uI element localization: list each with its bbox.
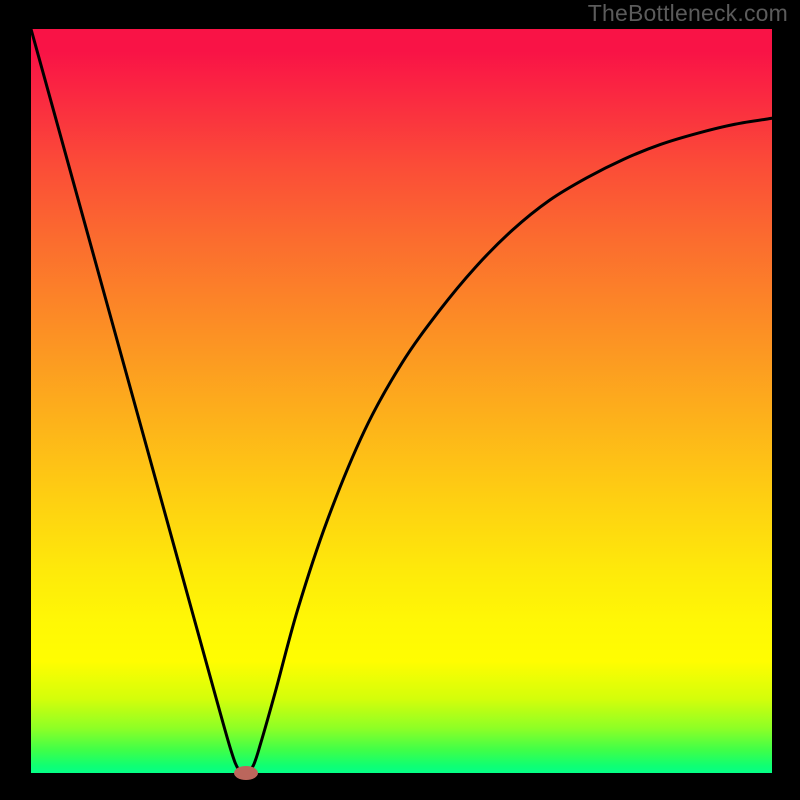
minimum-marker [234, 766, 258, 780]
bottleneck-curve [0, 0, 800, 800]
watermark-text: TheBottleneck.com [588, 0, 788, 27]
curve-path [31, 29, 772, 773]
chart-frame: TheBottleneck.com [0, 0, 800, 800]
